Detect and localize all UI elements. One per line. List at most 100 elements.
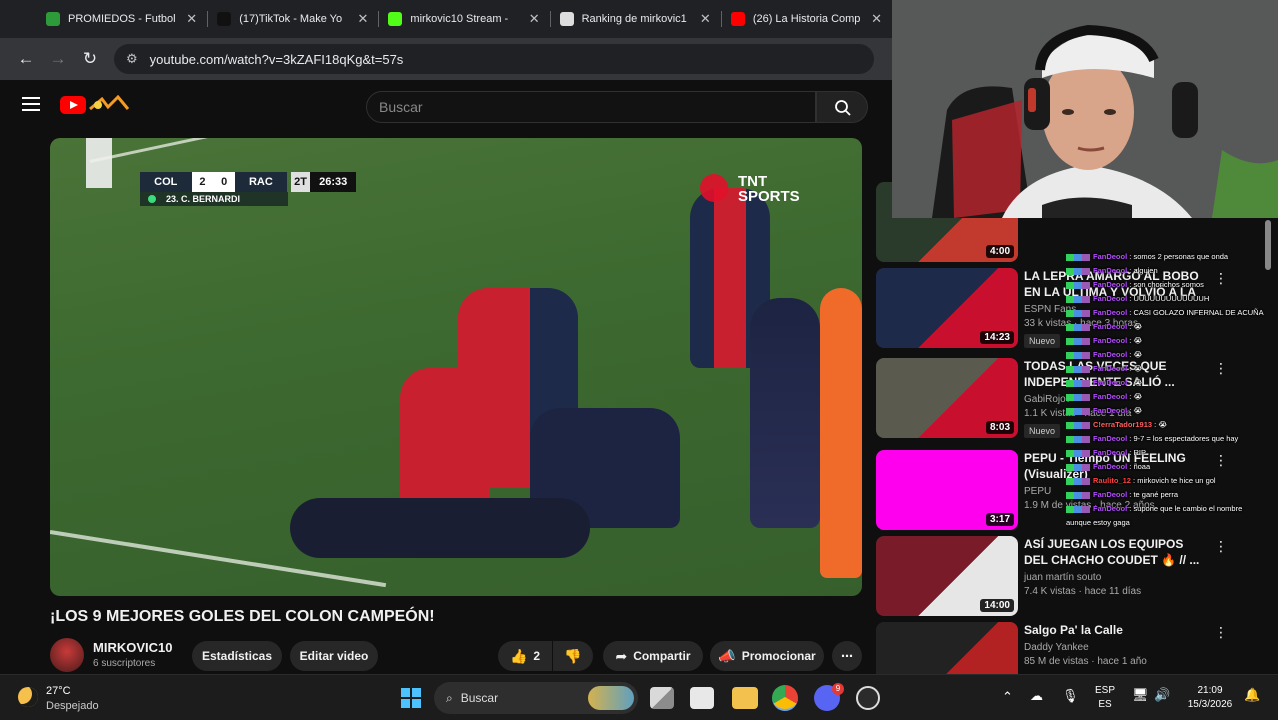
task-view-icon[interactable]	[650, 687, 674, 709]
close-tab-icon[interactable]: ✕	[529, 11, 540, 27]
tab-favicon-icon	[730, 12, 745, 26]
like-count: 2	[533, 649, 541, 663]
thumbs-down-icon: 👎	[564, 647, 582, 664]
more-actions-button[interactable]: ⋯	[832, 641, 862, 671]
recommendation-item[interactable]: 14:00 ASÍ JUEGAN LOS EQUIPOS DEL CHACHO C…	[876, 536, 1276, 620]
hamburger-menu-icon[interactable]	[22, 97, 40, 111]
close-tab-icon[interactable]: ✕	[871, 11, 882, 27]
tab-title: (17)TikTok - Make Yo	[239, 13, 343, 25]
stats-button[interactable]: Estadísticas	[192, 641, 282, 671]
chat-badges-icon	[1066, 323, 1090, 331]
browser-tab[interactable]: Ranking de mirkovic1 ✕	[549, 0, 721, 38]
forward-arrow-icon[interactable]: →	[42, 49, 74, 69]
chat-text: RIP	[1133, 448, 1146, 457]
chat-username: FanDeool	[1093, 350, 1128, 359]
browser-tab[interactable]: (17)TikTok - Make Yo ✕	[207, 0, 378, 38]
recommendation-channel[interactable]: juan martín souto	[1024, 572, 1101, 583]
chat-text: 😭	[1133, 364, 1143, 373]
chat-username: FanDeool	[1093, 462, 1128, 471]
browser-tab-strip: PROMIEDOS - Futbol ✕ (17)TikTok - Make Yo ✕…	[0, 0, 892, 38]
weather-condition[interactable]: Despejado	[46, 700, 99, 712]
url-text: youtube.com/watch?v=3kZAFI18qKg&t=57s	[149, 51, 404, 67]
microphone-icon[interactable]: 🎙	[1062, 688, 1079, 704]
recommendation-channel[interactable]: PEPU	[1024, 486, 1051, 497]
address-bar[interactable]: ⚙ youtube.com/watch?v=3kZAFI18qKg&t=57s	[114, 44, 874, 74]
video-thumbnail[interactable]: 8:03	[876, 358, 1018, 438]
chrome-icon[interactable]	[772, 685, 798, 711]
search-input[interactable]: Buscar	[366, 91, 816, 123]
video-duration: 4:00	[985, 245, 1014, 258]
edit-video-button[interactable]: Editar video	[290, 641, 378, 671]
video-thumbnail[interactable]: 14:00	[876, 536, 1018, 616]
channel-name[interactable]: MIRKOVIC10	[93, 640, 172, 655]
thumbs-up-icon: 👍	[509, 647, 528, 664]
youtube-logo[interactable]	[60, 96, 86, 114]
more-options-icon[interactable]: ⋮	[1214, 624, 1228, 641]
chat-text: UUUUUUUUUUUUUH	[1133, 294, 1210, 303]
reload-icon[interactable]: ↻	[74, 49, 106, 69]
recommendation-title[interactable]: Salgo Pa' la Calle	[1024, 622, 1204, 638]
chat-badges-icon	[1066, 393, 1090, 401]
chat-badges-icon	[1066, 365, 1090, 373]
chat-badges-icon	[1066, 351, 1090, 359]
file-explorer-icon[interactable]	[732, 687, 758, 709]
more-options-icon[interactable]: ⋮	[1214, 538, 1228, 555]
language-primary[interactable]: ESP	[1094, 685, 1116, 696]
back-arrow-icon[interactable]: ←	[10, 49, 42, 69]
browser-tab[interactable]: mirkovic10 Stream - ✕	[378, 0, 549, 38]
tray-chevron-icon[interactable]: ⌃	[1002, 689, 1013, 705]
volume-icon[interactable]: 🔊	[1154, 687, 1170, 703]
chat-text: mirkovich te hice un gol	[1137, 476, 1216, 485]
video-thumbnail[interactable]: 14:23	[876, 268, 1018, 348]
video-thumbnail[interactable]: 3:17	[876, 450, 1018, 530]
chat-badges-icon	[1066, 281, 1090, 289]
site-info-icon[interactable]: ⚙	[126, 51, 138, 67]
goal-scorer: 23. C. BERNARDI	[166, 194, 241, 204]
like-button[interactable]: 👍 2	[498, 641, 552, 671]
close-tab-icon[interactable]: ✕	[358, 11, 369, 27]
notifications-icon[interactable]: 🔔	[1244, 687, 1260, 703]
moon-weather-icon[interactable]	[18, 687, 38, 707]
close-tab-icon[interactable]: ✕	[186, 11, 197, 27]
screen: PROMIEDOS - Futbol ✕ (17)TikTok - Make Yo ✕…	[0, 0, 1278, 720]
chat-message: FanDeool : 😭	[1066, 392, 1278, 401]
channel-avatar[interactable]	[50, 638, 84, 672]
obs-icon[interactable]	[856, 686, 880, 710]
match-half: 2T	[290, 172, 311, 192]
recommendation-channel[interactable]: Daddy Yankee	[1024, 642, 1089, 653]
new-badge: Nuevo	[1024, 424, 1061, 438]
chat-text: alguien	[1133, 266, 1158, 275]
streamer-webcam-image	[892, 0, 1278, 218]
windows-start-icon[interactable]	[400, 687, 422, 709]
chat-message: FanDeool : 😭	[1066, 378, 1278, 387]
search-button[interactable]	[816, 91, 868, 123]
player-figure	[290, 498, 590, 558]
chat-username: FanDeool	[1093, 448, 1128, 457]
close-tab-icon[interactable]: ✕	[700, 11, 711, 27]
chat-username: FanDeool	[1093, 322, 1128, 331]
clock-date[interactable]: 15/3/2026	[1182, 699, 1238, 710]
chat-message: FanDeool : 😭	[1066, 322, 1278, 331]
player-figure	[820, 288, 862, 578]
chat-username: Raulito_12	[1093, 476, 1131, 485]
promote-button[interactable]: 📣 Promocionar	[710, 641, 824, 671]
tab-favicon-icon	[217, 12, 232, 26]
browser-tab[interactable]: (26) La Historia Comp ✕	[720, 0, 892, 38]
cloud-icon[interactable]: ☁	[1030, 688, 1043, 704]
share-button[interactable]: ➦ Compartir	[603, 641, 703, 671]
weather-temperature[interactable]: 27°C	[46, 685, 71, 697]
widgets-store-icon[interactable]	[690, 687, 714, 709]
video-player[interactable]: COL 2 0 RAC 2T 26:33 23. C. BERNARDI TNT …	[50, 138, 862, 596]
recommendation-title[interactable]: ASÍ JUEGAN LOS EQUIPOS DEL CHACHO COUDET…	[1024, 536, 1204, 568]
dislike-button[interactable]: 👎	[553, 641, 593, 671]
language-secondary[interactable]: ES	[1094, 699, 1116, 710]
chat-username: C!erraTador1913	[1093, 420, 1153, 429]
taskbar-search[interactable]: ⌕ Buscar	[434, 682, 638, 714]
recommendation-channel[interactable]: GabiRojo7	[1024, 394, 1071, 405]
chat-text: son chorichos somos	[1133, 280, 1204, 289]
tnt-ring-icon	[700, 174, 728, 202]
clock-time[interactable]: 21:09	[1182, 685, 1238, 696]
network-icon[interactable]: 🖥	[1132, 687, 1149, 703]
browser-tab[interactable]: PROMIEDOS - Futbol ✕	[36, 0, 207, 38]
match-clock: 26:33	[310, 172, 356, 192]
